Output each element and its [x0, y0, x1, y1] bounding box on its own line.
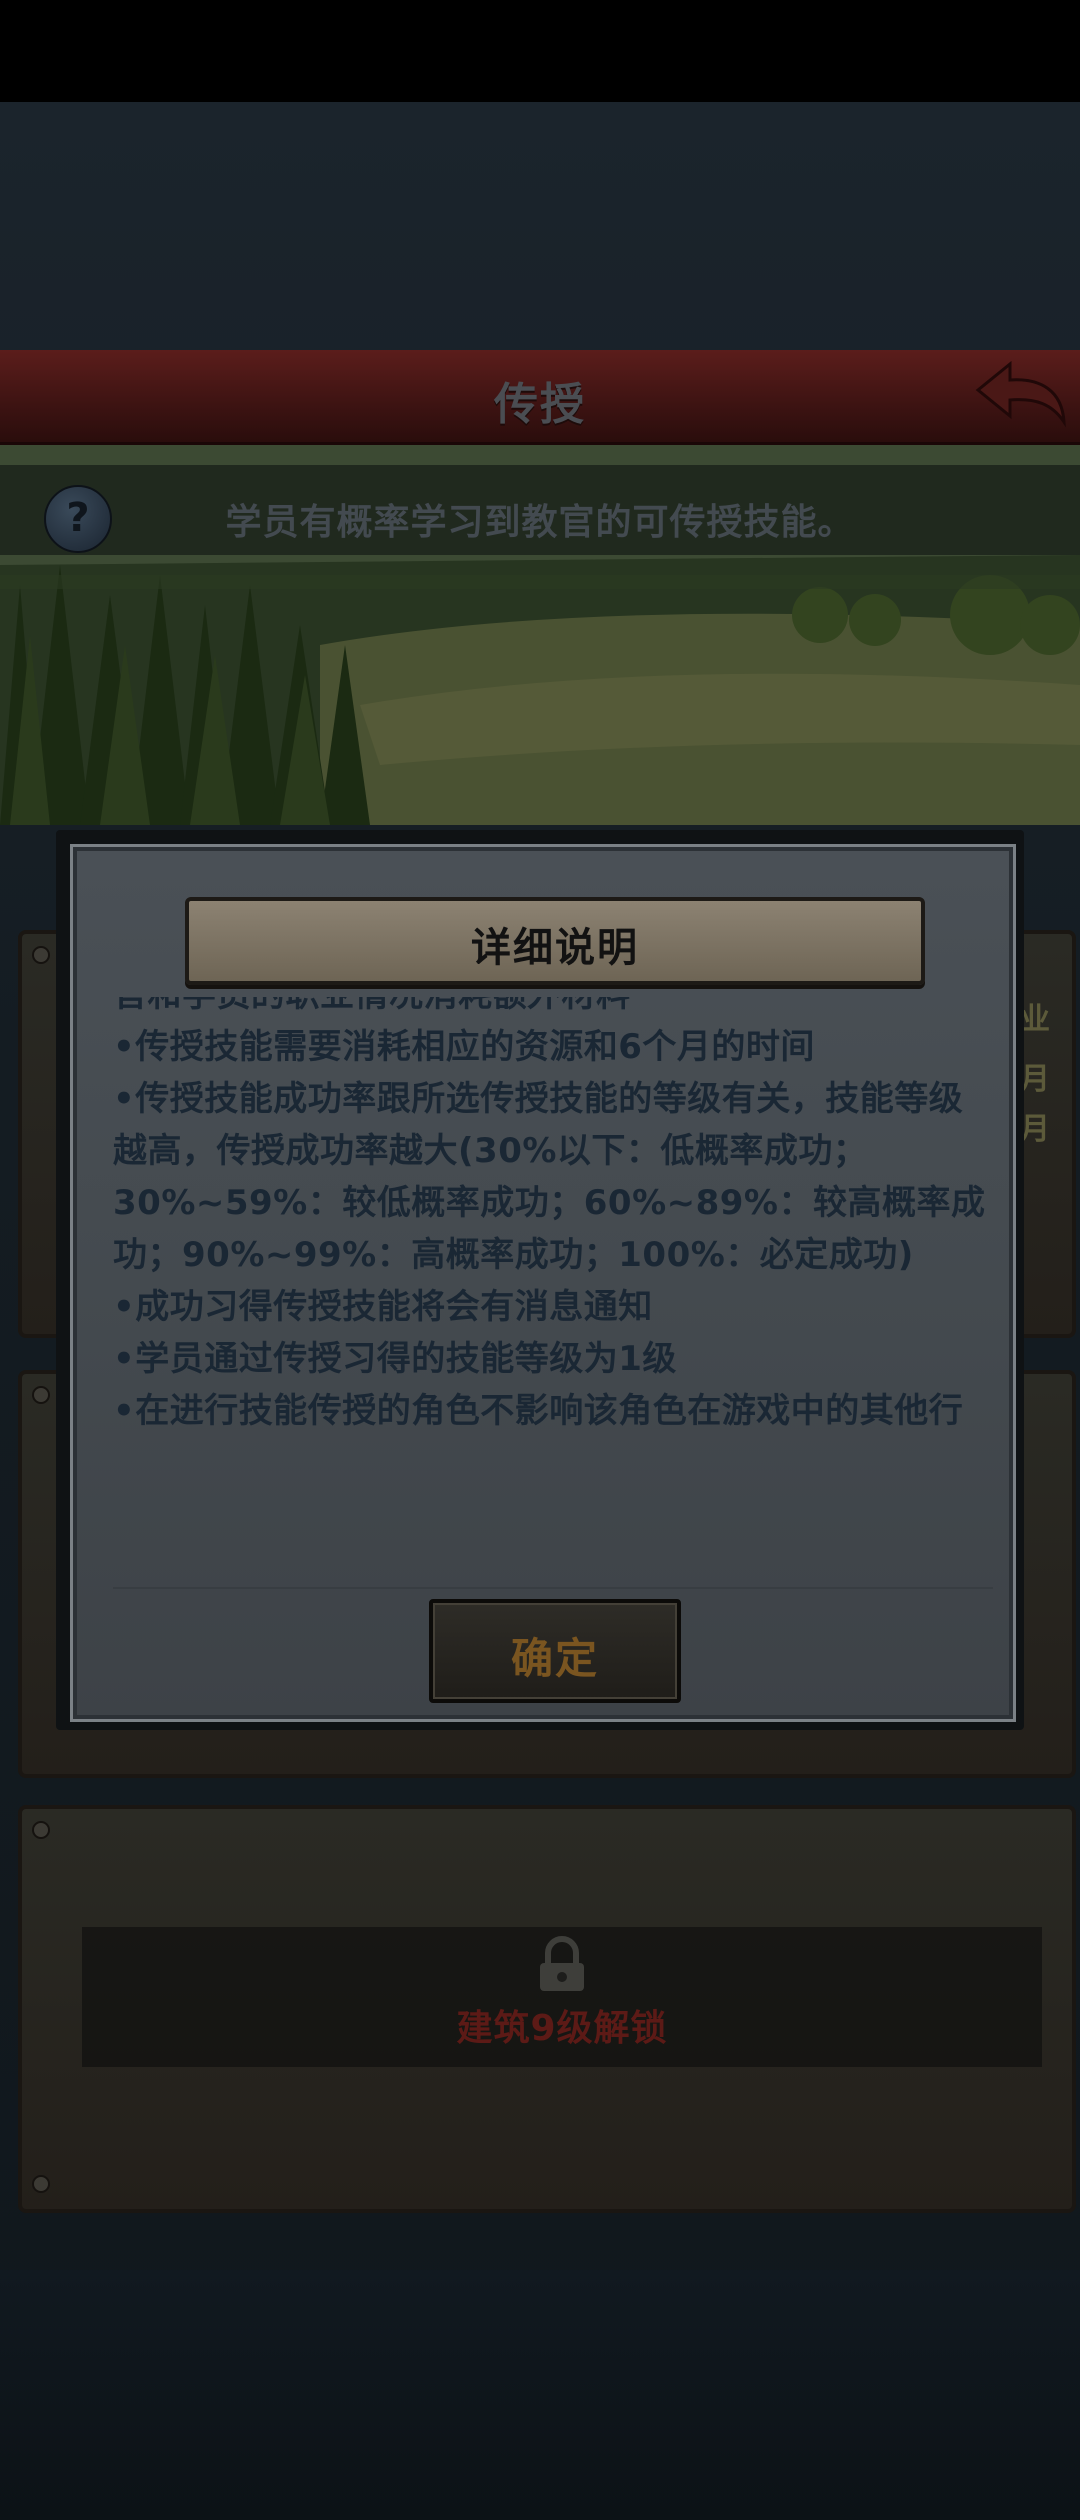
confirm-button[interactable]: 确定: [429, 1599, 681, 1703]
dialog-title-ribbon: 详细说明: [185, 897, 925, 985]
dialog-paragraph: •在进行技能传授的角色不影响该角色在游戏中的其他行为: [113, 1391, 964, 1431]
dialog-paragraph: 官和学员的职业情况消耗额外材料: [113, 997, 993, 1021]
dialog-title: 详细说明: [471, 925, 639, 971]
dialog-paragraph: •学员通过传授习得的技能等级为1级: [113, 1339, 677, 1379]
dialog-paragraph: •传授技能需要消耗相应的资源和6个月的时间: [113, 1027, 815, 1067]
detail-dialog: 详细说明 官和学员的职业情况消耗额外材料 •传授技能需要消耗相应的资源和6个月的…: [56, 830, 1024, 1730]
dialog-text-scroll[interactable]: 官和学员的职业情况消耗额外材料 •传授技能需要消耗相应的资源和6个月的时间 •传…: [113, 997, 993, 1437]
confirm-button-label: 确定: [510, 1634, 599, 1683]
dialog-paragraph: •成功习得传授技能将会有消息通知: [113, 1287, 653, 1327]
dialog-paragraph: •传授技能成功率跟所选传授技能的等级有关，技能等级越高，传授成功率越大(30%以…: [113, 1079, 986, 1275]
dialog-body: 详细说明 官和学员的职业情况消耗额外材料 •传授技能需要消耗相应的资源和6个月的…: [70, 844, 1016, 1722]
divider: [113, 1587, 993, 1589]
